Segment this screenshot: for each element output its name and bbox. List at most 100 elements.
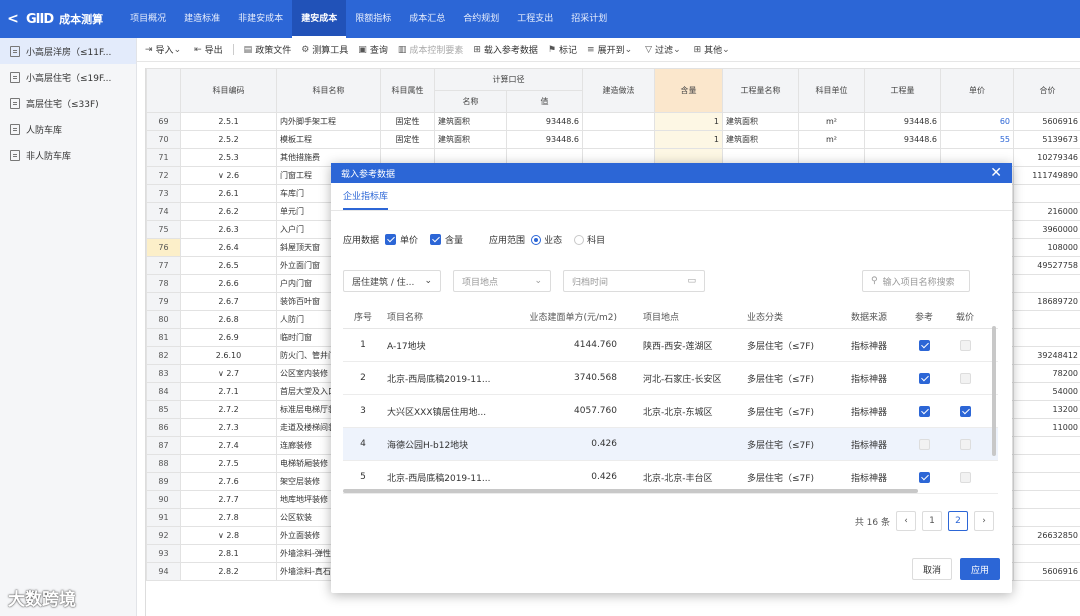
toolbar-button[interactable]: ▽ 过滤 ⌄: [645, 43, 683, 57]
subject-code[interactable]: 2.6.3: [180, 220, 277, 239]
load-price-checkbox[interactable]: [959, 372, 971, 384]
subject-code[interactable]: ∨ 2.8: [180, 526, 277, 545]
reference-checkbox[interactable]: [918, 405, 930, 417]
next-page-button[interactable]: ›: [974, 511, 994, 531]
total-price[interactable]: 78200: [1013, 364, 1080, 383]
total-price[interactable]: 111749890: [1013, 166, 1080, 185]
sidebar-item[interactable]: 非人防车库: [0, 142, 136, 168]
price-checkbox[interactable]: [385, 234, 397, 245]
load-price-checkbox[interactable]: [959, 438, 971, 450]
tab-enterprise-index[interactable]: 企业指标库: [343, 189, 389, 210]
toolbar-button[interactable]: ≡ 展开到 ⌄: [587, 43, 635, 57]
construction-method[interactable]: [582, 112, 655, 131]
subject-code[interactable]: 2.6.6: [180, 274, 277, 293]
subject-unit[interactable]: m²: [798, 112, 865, 131]
toolbar-button[interactable]: ⊞ 其他 ⌄: [694, 43, 733, 57]
total-price[interactable]: 26632850: [1013, 526, 1080, 545]
table-row[interactable]: 2 北京-西局底稿2019-11... 3740.568 河北-石家庄-长安区 多层住宅…: [343, 362, 998, 395]
total-price[interactable]: 39248412: [1013, 346, 1080, 365]
toolbar-button[interactable]: ▤ 政策文件: [244, 43, 292, 57]
total-price[interactable]: [1013, 184, 1080, 203]
load-price-checkbox[interactable]: [959, 405, 971, 417]
project-search-input[interactable]: ⚲ 输入项目名称搜索: [862, 270, 970, 292]
total-price[interactable]: 3960000: [1013, 220, 1080, 239]
subject-code[interactable]: 2.7.1: [180, 382, 277, 401]
unit-price[interactable]: 55: [940, 130, 1014, 149]
content-checkbox[interactable]: [430, 234, 442, 245]
total-price[interactable]: 54000: [1013, 382, 1080, 401]
table-row[interactable]: 69 2.5.1 内外脚手架工程 固定性 建筑面积 93448.6 1 建筑面积 m² 93448…: [146, 112, 1080, 131]
toolbar-button[interactable]: ⚙ 测算工具: [301, 43, 348, 57]
prev-page-button[interactable]: ‹: [896, 511, 916, 531]
nav-item[interactable]: 合约规划: [454, 0, 508, 38]
subject-name[interactable]: 内外脚手架工程: [276, 112, 381, 131]
construction-method[interactable]: [582, 130, 655, 149]
subject-code[interactable]: 2.7.8: [180, 508, 277, 527]
total-price[interactable]: 49527758: [1013, 256, 1080, 275]
table-vertical-scrollbar[interactable]: [992, 326, 996, 456]
quantity-name[interactable]: 建筑面积: [722, 130, 799, 149]
total-price[interactable]: [1013, 490, 1080, 509]
total-price[interactable]: 13200: [1013, 400, 1080, 419]
nav-item[interactable]: 工程支出: [508, 0, 562, 38]
toolbar-button[interactable]: ⇤ 导出: [194, 43, 223, 57]
subject-code[interactable]: 2.6.9: [180, 328, 277, 347]
subject-code[interactable]: 2.8.1: [180, 544, 277, 563]
content-cell[interactable]: 1: [654, 112, 723, 131]
total-price[interactable]: [1013, 310, 1080, 329]
calibre-value[interactable]: 93448.6: [506, 130, 583, 149]
toolbar-button[interactable]: ⊞ 载入参考数据: [473, 43, 538, 57]
subject-code[interactable]: 2.7.4: [180, 436, 277, 455]
nav-item[interactable]: 成本汇总: [400, 0, 454, 38]
reference-checkbox[interactable]: [918, 438, 930, 450]
quantity[interactable]: 93448.6: [864, 112, 941, 131]
quantity-name[interactable]: 建筑面积: [722, 112, 799, 131]
unit-price[interactable]: 60: [940, 112, 1014, 131]
total-price[interactable]: 5139673: [1013, 130, 1080, 149]
subject-code[interactable]: 2.5.2: [180, 130, 277, 149]
cancel-button[interactable]: 取消: [911, 558, 952, 580]
subject-code[interactable]: 2.6.8: [180, 310, 277, 329]
calibre-name[interactable]: 建筑面积: [434, 130, 507, 149]
subject-code[interactable]: 2.6.7: [180, 292, 277, 311]
subject-code[interactable]: 2.6.2: [180, 202, 277, 221]
subject-code[interactable]: ∨ 2.6: [180, 166, 277, 185]
calibre-value[interactable]: 93448.6: [506, 112, 583, 131]
total-price[interactable]: 5606916: [1013, 112, 1080, 131]
subject-code[interactable]: ∨ 2.7: [180, 364, 277, 383]
table-horizontal-scrollbar[interactable]: [343, 489, 918, 493]
total-price[interactable]: 18689720: [1013, 292, 1080, 311]
format-select[interactable]: 居住建筑 / 住... ⌄: [343, 270, 441, 292]
total-price[interactable]: 10279346: [1013, 148, 1080, 167]
nav-item[interactable]: 招采计划: [562, 0, 616, 38]
subject-code[interactable]: 2.7.2: [180, 400, 277, 419]
subject-attribute[interactable]: 固定性: [380, 130, 435, 149]
subject-code[interactable]: 2.5.1: [180, 112, 277, 131]
subject-code[interactable]: 2.7.3: [180, 418, 277, 437]
nav-item[interactable]: 非建安成本: [229, 0, 292, 38]
table-row[interactable]: 70 2.5.2 模板工程 固定性 建筑面积 93448.6 1 建筑面积 m² 93448.6 5…: [146, 130, 1080, 149]
page-button[interactable]: 1: [922, 511, 942, 531]
nav-item[interactable]: 限额指标: [346, 0, 400, 38]
toolbar-button[interactable]: ▣ 查询: [358, 43, 388, 57]
sidebar-item[interactable]: 小高层洋房（≤11F...: [0, 38, 136, 64]
toolbar-button[interactable]: ⇥ 导入 ⌄: [145, 43, 184, 57]
subject-code[interactable]: 2.7.6: [180, 472, 277, 491]
total-price[interactable]: [1013, 544, 1080, 563]
reference-checkbox[interactable]: [918, 471, 930, 483]
total-price[interactable]: 11000: [1013, 418, 1080, 437]
sidebar-item[interactable]: 小高层住宅（≤19F...: [0, 64, 136, 90]
total-price[interactable]: 108000: [1013, 238, 1080, 257]
total-price[interactable]: [1013, 274, 1080, 293]
toolbar-button[interactable]: ⚑ 标记: [548, 43, 577, 57]
page-button[interactable]: 2: [948, 511, 968, 531]
nav-item[interactable]: 项目概况: [121, 0, 175, 38]
sidebar-item[interactable]: 高层住宅（≤33F): [0, 90, 136, 116]
quantity[interactable]: 93448.6: [864, 130, 941, 149]
subject-code[interactable]: 2.5.3: [180, 148, 277, 167]
table-row[interactable]: 3 大兴区XXX镇居住用地... 4057.760 北京-北京-东城区 多层住宅（≤7F…: [343, 395, 998, 428]
total-price[interactable]: [1013, 508, 1080, 527]
subject-code[interactable]: 2.7.5: [180, 454, 277, 473]
nav-item[interactable]: 建安成本: [292, 0, 347, 38]
subject-code[interactable]: 2.6.5: [180, 256, 277, 275]
